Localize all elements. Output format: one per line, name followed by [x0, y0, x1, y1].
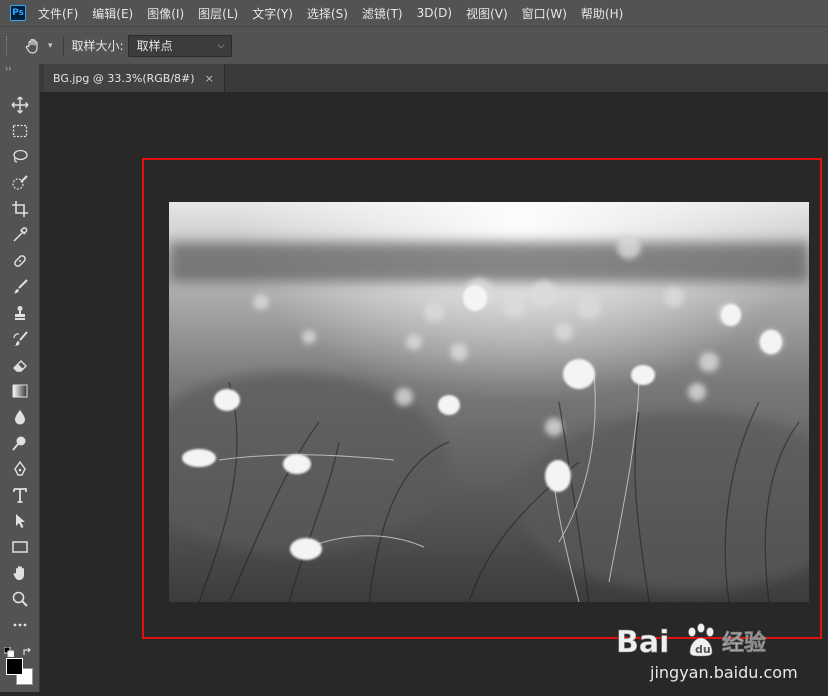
sample-size-value: 取样点 [136, 39, 173, 53]
chevron-down-icon[interactable]: ▾ [48, 41, 53, 51]
rectangle-tool-icon[interactable] [8, 536, 32, 558]
baidu-jingyan-watermark: Bai du 经验 jingyan.baidu.com [610, 608, 820, 692]
menu-layer[interactable]: 图层(L) [198, 5, 238, 22]
pen-tool-icon[interactable] [8, 458, 32, 480]
menu-image[interactable]: 图像(I) [147, 5, 184, 22]
brush-tool-icon[interactable] [8, 276, 32, 298]
chevron-down-icon: ⌵ [217, 40, 225, 51]
foreground-color-swatch[interactable] [6, 658, 23, 675]
eyedropper-tool-icon[interactable] [8, 224, 32, 246]
lasso-tool-icon[interactable] [8, 146, 32, 168]
menu-3d[interactable]: 3D(D) [417, 6, 452, 20]
tools-panel: ›› [0, 64, 40, 692]
gradient-tool-icon[interactable] [8, 380, 32, 402]
menu-filter[interactable]: 滤镜(T) [362, 5, 403, 22]
menu-window[interactable]: 窗口(W) [522, 5, 567, 22]
menu-type[interactable]: 文字(Y) [252, 5, 293, 22]
more-tools-icon[interactable] [8, 614, 32, 636]
sample-size-label: 取样大小: [71, 39, 124, 53]
baidu-logo-icon: Bai du 经验 jingyan.baidu.com [616, 623, 798, 682]
quick-selection-tool-icon[interactable] [8, 172, 32, 194]
marquee-tool-icon[interactable] [8, 120, 32, 142]
type-tool-icon[interactable] [8, 484, 32, 506]
sample-size-select[interactable]: 取样点 ⌵ [127, 34, 232, 57]
menu-file[interactable]: 文件(F) [38, 5, 78, 22]
history-brush-tool-icon[interactable] [8, 328, 32, 350]
svg-text:Bai: Bai [616, 625, 669, 660]
menu-bar: Ps 文件(F) 编辑(E) 图像(I) 图层(L) 文字(Y) 选择(S) 滤… [0, 0, 828, 26]
menu-help[interactable]: 帮助(H) [581, 5, 623, 22]
collapse-panel-icon[interactable]: ›› [0, 64, 39, 74]
blur-tool-icon[interactable] [8, 406, 32, 428]
crop-tool-icon[interactable] [8, 198, 32, 220]
eraser-tool-icon[interactable] [8, 354, 32, 376]
move-tool-icon[interactable] [8, 94, 32, 116]
svg-text:du: du [695, 643, 711, 656]
default-colors-icon[interactable] [3, 642, 15, 658]
hand-icon[interactable] [22, 35, 44, 57]
healing-brush-tool-icon[interactable] [8, 250, 32, 272]
menu-select[interactable]: 选择(S) [307, 5, 348, 22]
clone-stamp-tool-icon[interactable] [8, 302, 32, 324]
svg-text:jingyan.baidu.com: jingyan.baidu.com [649, 663, 798, 682]
menu-view[interactable]: 视图(V) [466, 5, 508, 22]
document-tab[interactable]: BG.jpg @ 33.3%(RGB/8#) × [44, 64, 225, 92]
path-selection-tool-icon[interactable] [8, 510, 32, 532]
close-icon[interactable]: × [205, 72, 214, 85]
svg-text:经验: 经验 [722, 630, 766, 656]
hand-tool-icon[interactable] [8, 562, 32, 584]
menu-edit[interactable]: 编辑(E) [92, 5, 133, 22]
swap-colors-icon[interactable] [22, 642, 32, 655]
zoom-tool-icon[interactable] [8, 588, 32, 610]
document-tab-title: BG.jpg @ 33.3%(RGB/8#) [53, 71, 195, 85]
highlight-box [142, 158, 822, 639]
dodge-tool-icon[interactable] [8, 432, 32, 454]
divider [62, 35, 64, 56]
document-tab-bar: BG.jpg @ 33.3%(RGB/8#) × [40, 64, 828, 92]
photoshop-logo-icon[interactable]: Ps [10, 5, 26, 21]
options-bar: ▾ 取样大小: 取样点 ⌵ [0, 26, 828, 64]
options-grip[interactable] [6, 35, 10, 56]
